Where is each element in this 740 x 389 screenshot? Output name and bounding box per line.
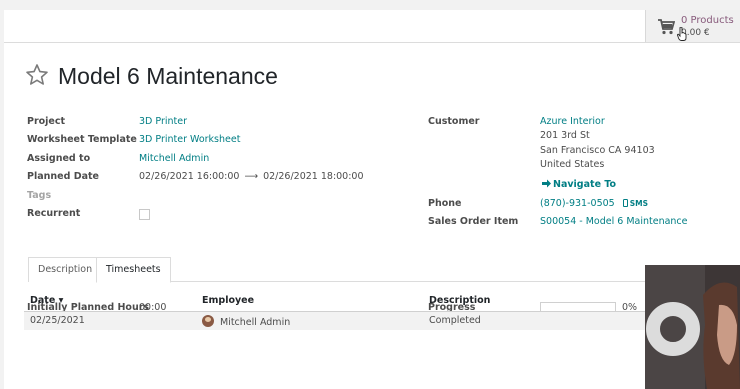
address-line-2: San Francisco CA 94103 — [540, 145, 655, 156]
planned-date-range[interactable]: 02/26/2021 16:00:00 ⟶ 02/26/2021 18:00:00 — [139, 171, 364, 182]
planned-date-start[interactable]: 02/26/2021 16:00:00 — [139, 171, 239, 182]
avatar — [202, 315, 214, 327]
project-label: Project — [27, 116, 66, 127]
presenter-video-frame — [645, 265, 740, 389]
sales-order-item-label: Sales Order Item — [428, 216, 519, 227]
row-employee-name: Mitchell Admin — [220, 317, 291, 328]
customer-label: Customer — [428, 116, 480, 127]
sort-desc-icon: ▾ — [58, 295, 64, 306]
address-line-1: 201 3rd St — [540, 130, 590, 141]
timesheet-table-header: Date ▾ Employee Description — [24, 291, 740, 312]
assigned-to-link[interactable]: Mitchell Admin — [139, 153, 209, 164]
sms-label: SMS — [629, 199, 648, 208]
sms-button[interactable]: SMS — [622, 199, 648, 208]
customer-link[interactable]: Azure Interior — [540, 116, 605, 127]
arrow-right-icon — [542, 179, 551, 188]
hand-cursor-icon — [677, 27, 687, 41]
webcam-overlay — [645, 265, 740, 389]
navigate-to-label: Navigate To — [553, 179, 617, 190]
recurrent-checkbox[interactable] — [139, 209, 150, 220]
tab-timesheets[interactable]: Timesheets — [96, 257, 171, 283]
column-date-label: Date — [30, 295, 56, 306]
column-description[interactable]: Description — [429, 295, 490, 306]
sales-order-item-link[interactable]: S00054 - Model 6 Maintenance — [540, 216, 688, 227]
row-date[interactable]: 02/25/2021 — [30, 315, 85, 326]
worksheet-template-label: Worksheet Template — [27, 134, 137, 145]
assigned-to-label: Assigned to — [27, 153, 91, 164]
row-description[interactable]: Completed — [429, 315, 481, 326]
row-employee[interactable]: Mitchell Admin — [202, 315, 290, 328]
cart-button[interactable]: 0 Products 0.00 € — [645, 10, 740, 42]
date-range-arrow-icon: ⟶ — [244, 171, 259, 182]
address-line-3: United States — [540, 159, 605, 170]
phone-link[interactable]: (870)-931-0505 — [540, 198, 615, 209]
mobile-phone-icon — [622, 199, 628, 207]
phone-field: (870)-931-0505 SMS — [540, 198, 648, 209]
phone-label: Phone — [428, 198, 462, 209]
worksheet-template-link[interactable]: 3D Printer Worksheet — [139, 134, 240, 145]
shopping-cart-icon — [658, 19, 675, 35]
planned-date-label: Planned Date — [27, 171, 99, 182]
notebook-tabs: Description Timesheets — [28, 257, 740, 283]
navigate-to-button[interactable]: Navigate To — [542, 179, 616, 190]
task-form-sheet: Model 6 Maintenance Project 3D Printer W… — [4, 43, 740, 389]
planned-date-end[interactable]: 02/26/2021 18:00:00 — [263, 171, 363, 182]
table-row[interactable]: 02/25/2021 Mitchell Admin Completed — [24, 312, 740, 330]
cart-count[interactable]: 0 Products — [681, 15, 734, 26]
tab-description[interactable]: Description — [28, 257, 103, 282]
recurrent-label: Recurrent — [27, 208, 81, 219]
tags-label: Tags — [27, 190, 52, 201]
column-date[interactable]: Date ▾ — [30, 295, 63, 306]
task-title[interactable]: Model 6 Maintenance — [58, 63, 278, 90]
column-employee[interactable]: Employee — [202, 295, 254, 306]
project-link[interactable]: 3D Printer — [139, 116, 187, 127]
top-bar: 0 Products 0.00 € — [4, 10, 740, 43]
favorite-star-icon[interactable] — [25, 63, 49, 87]
